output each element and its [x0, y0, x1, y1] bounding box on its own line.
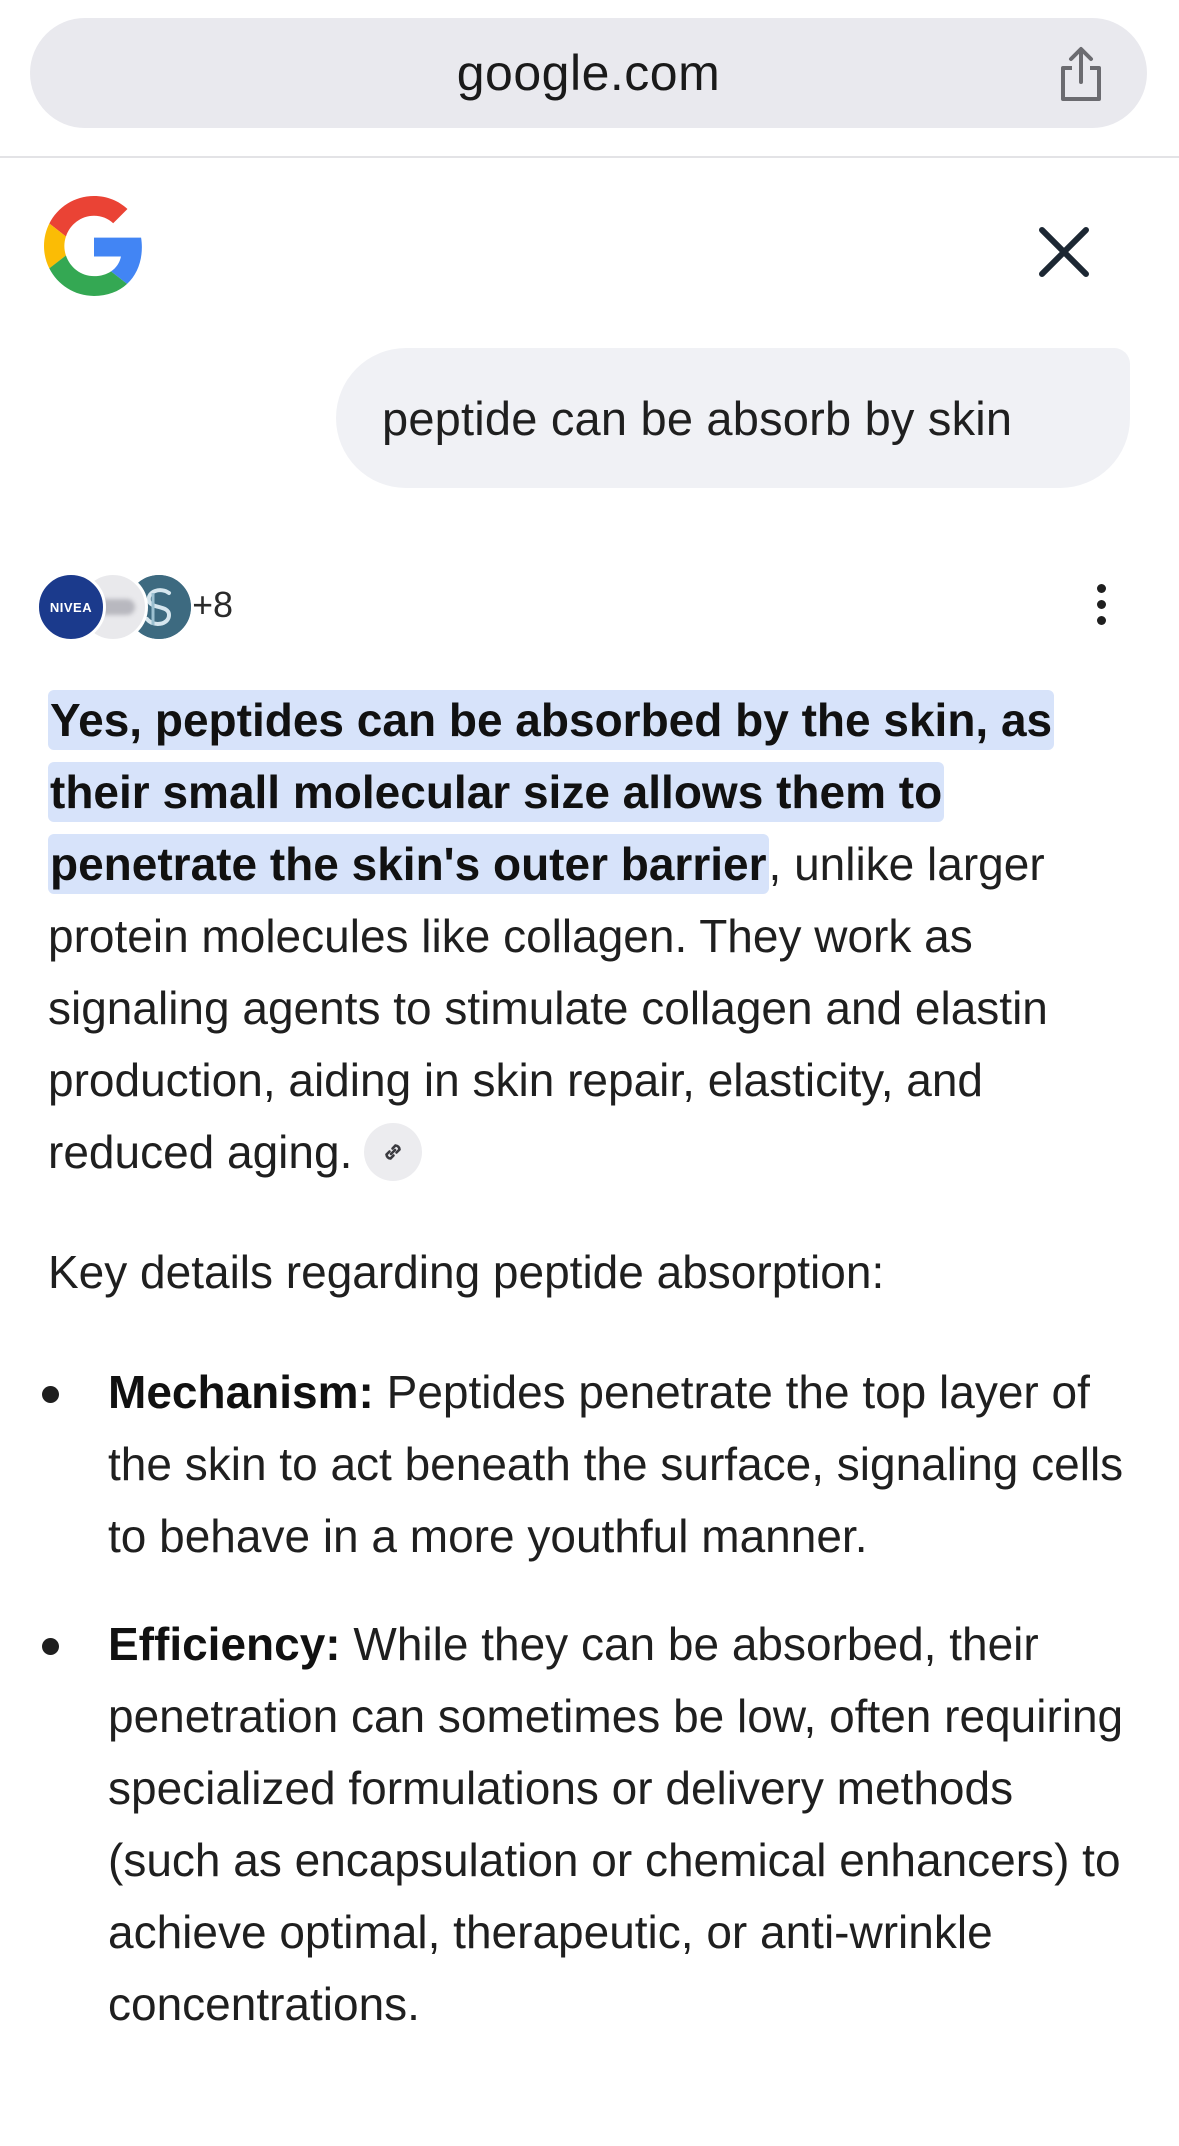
key-details-list: Mechanism: Peptides penetrate the top la… [0, 1356, 1179, 2076]
key-details-heading: Key details regarding peptide absorption… [48, 1246, 885, 1298]
bullet-icon [42, 1638, 59, 1655]
list-item: Mechanism: Peptides penetrate the top la… [0, 1356, 1179, 1572]
link-icon[interactable] [364, 1122, 423, 1181]
query-bubble: peptide can be absorb by skin [336, 348, 1130, 488]
bullet-title: Efficiency: [108, 1618, 341, 1670]
url-text[interactable]: google.com [30, 18, 1147, 128]
source-avatar[interactable]: NIVEA [36, 572, 106, 642]
list-item: Efficiency: While they can be absorbed, … [0, 1608, 1179, 2040]
query-text: peptide can be absorb by skin [382, 391, 1013, 445]
bullet-text: While they can be absorbed, their penetr… [108, 1618, 1124, 2030]
bullet-icon [42, 1386, 59, 1403]
sources-row[interactable]: NIVEA +8 [36, 572, 336, 642]
google-g-logo[interactable] [44, 196, 144, 296]
source-name: NIVEA [49, 599, 93, 615]
more-sources-count[interactable]: +8 [192, 584, 233, 626]
address-bar[interactable]: google.com [30, 18, 1147, 128]
share-icon[interactable] [1051, 44, 1111, 104]
close-icon[interactable] [1034, 222, 1094, 282]
ai-answer: Yes, peptides can be absorbed by the ski… [48, 684, 1138, 1188]
bullet-title: Mechanism: [108, 1366, 374, 1418]
browser-toolbar: google.com [0, 0, 1179, 158]
more-vert-icon[interactable] [1086, 584, 1116, 634]
